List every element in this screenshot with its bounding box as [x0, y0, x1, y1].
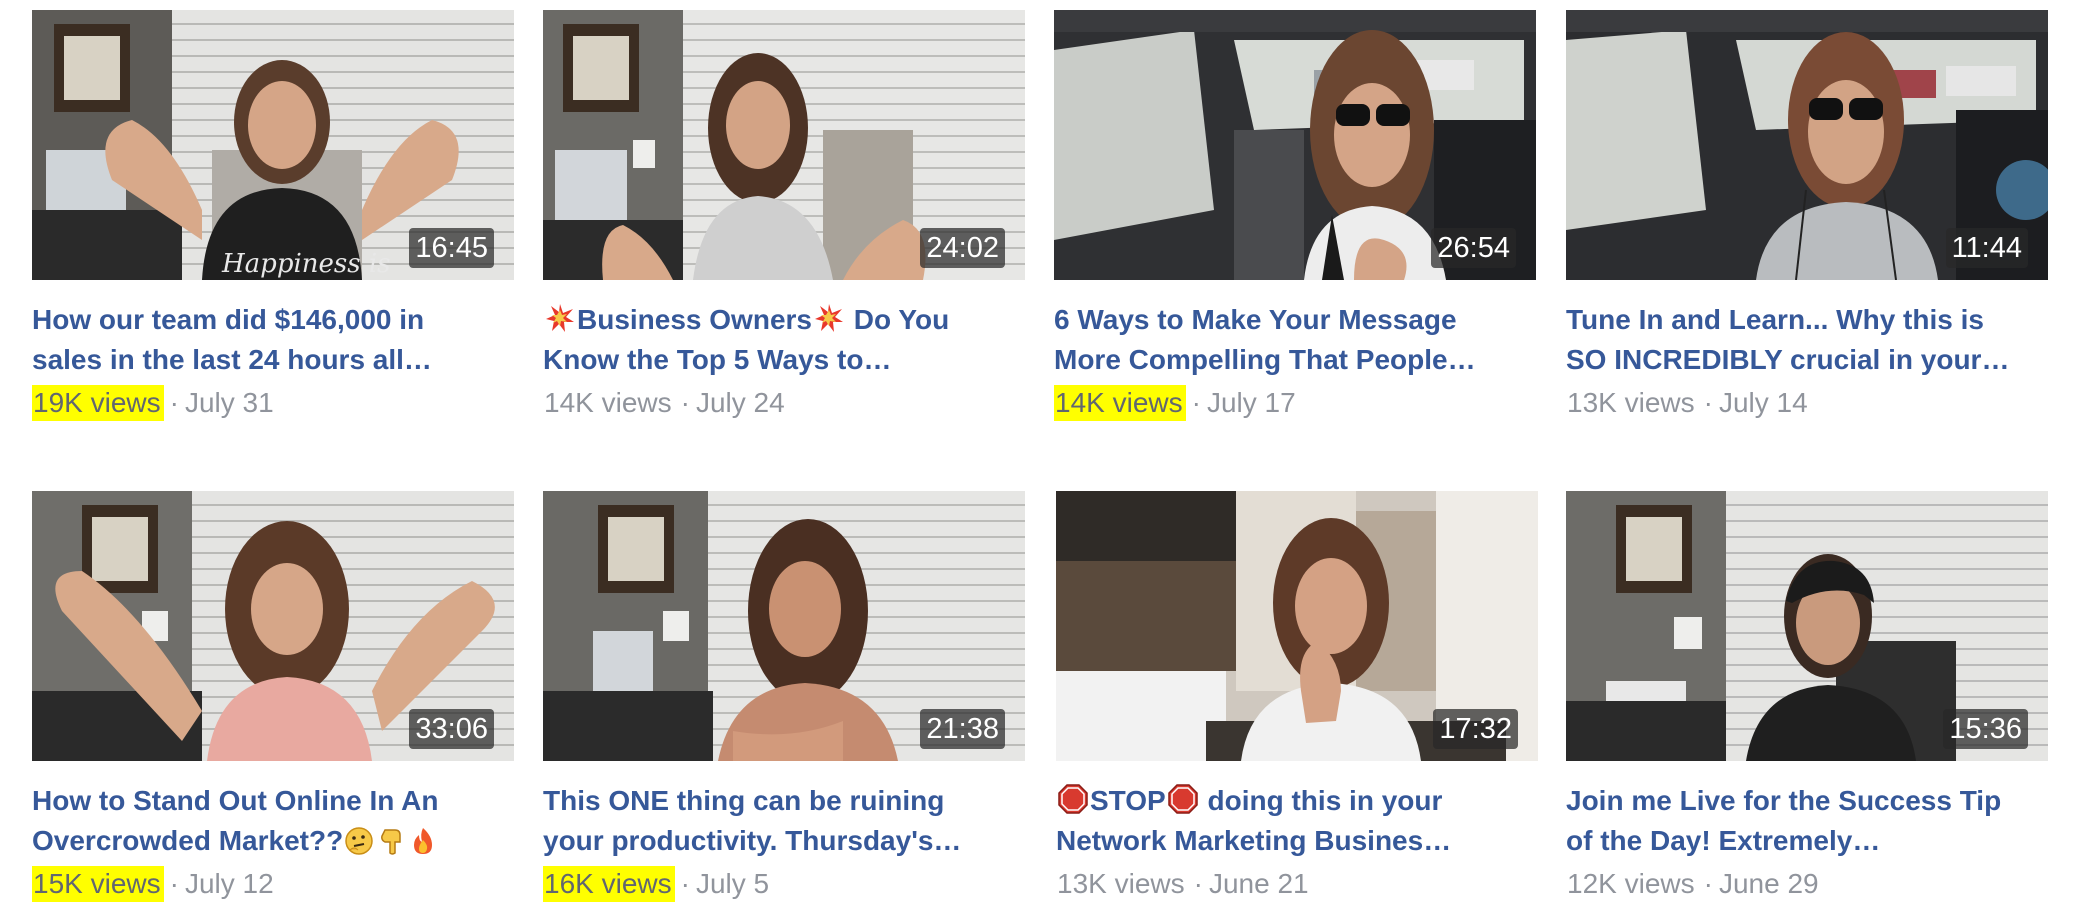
publish-date: July 12: [184, 868, 274, 899]
video-title-line[interactable]: sales in the last 24 hours all…: [32, 340, 514, 380]
video-title[interactable]: How to Stand Out Online In An Overcrowde…: [32, 781, 514, 861]
video-meta: 14K views · July 17: [1054, 385, 1536, 421]
view-count: 14K views: [544, 387, 672, 418]
video-meta: 13K views · July 14: [1566, 385, 2048, 421]
meta-separator: ·: [1191, 387, 1201, 418]
point-down-icon: [381, 829, 401, 855]
publish-date: July 24: [695, 387, 785, 418]
video-thumbnail[interactable]: 21:38: [543, 491, 1025, 761]
video-thumbnail[interactable]: 11:44: [1566, 10, 2048, 280]
video-duration: 24:02: [920, 228, 1005, 268]
publish-date: July 31: [184, 387, 274, 418]
video-card[interactable]: 21:38 This ONE thing can be ruining your…: [543, 491, 1025, 902]
collision-icon: [814, 304, 843, 332]
video-title-line[interactable]: of the Day! Extremely…: [1566, 821, 2048, 861]
video-title-line[interactable]: STOP doing this in your: [1056, 781, 1538, 821]
stop-sign-icon: [1058, 784, 1088, 814]
video-duration: 17:32: [1433, 709, 1518, 749]
video-meta: 13K views · June 21: [1056, 866, 1538, 902]
video-title[interactable]: 6 Ways to Make Your Message More Compell…: [1054, 300, 1536, 380]
video-thumbnail[interactable]: 24:02: [543, 10, 1025, 280]
video-duration: 33:06: [409, 709, 494, 749]
video-meta: 12K views · June 29: [1566, 866, 2048, 902]
video-duration: 16:45: [409, 228, 494, 268]
video-card[interactable]: 17:32 STOP doing this in your Network Ma…: [1056, 491, 1538, 902]
video-title-line[interactable]: This ONE thing can be ruining: [543, 781, 1025, 821]
video-meta: 19K views · July 31: [32, 385, 514, 421]
video-title-line[interactable]: your productivity. Thursday's…: [543, 821, 1025, 861]
video-title-line[interactable]: How to Stand Out Online In An: [32, 781, 514, 821]
meta-separator: ·: [1703, 387, 1713, 418]
publish-date: July 17: [1206, 387, 1296, 418]
thinking-face-icon: [345, 827, 373, 855]
publish-date: July 14: [1718, 387, 1808, 418]
video-title-line[interactable]: Join me Live for the Success Tip: [1566, 781, 2048, 821]
video-title[interactable]: STOP doing this in your Network Marketin…: [1056, 781, 1538, 861]
meta-separator: ·: [169, 868, 179, 899]
meta-separator: ·: [680, 387, 690, 418]
video-title-line[interactable]: Network Marketing Busines…: [1056, 821, 1538, 861]
video-title-line[interactable]: SO INCREDIBLY crucial in your…: [1566, 340, 2048, 380]
video-card[interactable]: Happiness is 16:45 How our team did $146…: [32, 10, 514, 421]
publish-date: June 21: [1208, 868, 1309, 899]
video-title[interactable]: Business Owners Do You Know the Top 5 Wa…: [543, 300, 1025, 380]
video-duration: 11:44: [1945, 228, 2028, 268]
stop-sign-icon: [1167, 784, 1198, 814]
video-thumbnail[interactable]: 33:06: [32, 491, 514, 761]
video-thumbnail[interactable]: 26:54: [1054, 10, 1536, 280]
video-card[interactable]: 15:36 Join me Live for the Success Tip o…: [1566, 491, 2048, 902]
video-title-line[interactable]: How our team did $146,000 in: [32, 300, 514, 340]
video-card[interactable]: 24:02 Business Owners Do You Know the To…: [543, 10, 1025, 421]
video-duration: 21:38: [920, 709, 1005, 749]
publish-date: June 29: [1718, 868, 1819, 899]
meta-separator: ·: [1703, 868, 1713, 899]
view-count: 13K views: [1057, 868, 1185, 899]
video-title-line[interactable]: Tune In and Learn... Why this is: [1566, 300, 2048, 340]
video-title-line[interactable]: Business Owners Do You: [543, 300, 1025, 340]
video-title[interactable]: How our team did $146,000 in sales in th…: [32, 300, 514, 380]
meta-separator: ·: [169, 387, 179, 418]
video-meta: 15K views · July 12: [32, 866, 514, 902]
collision-icon: [546, 304, 574, 332]
video-meta: 14K views · July 24: [543, 385, 1025, 421]
view-count: 16K views: [543, 866, 675, 902]
video-title[interactable]: Join me Live for the Success Tip of the …: [1566, 781, 2048, 861]
view-count: 19K views: [32, 385, 164, 421]
video-card[interactable]: 26:54 6 Ways to Make Your Message More C…: [1054, 10, 1536, 421]
video-thumbnail[interactable]: Happiness is 16:45: [32, 10, 514, 280]
fire-icon: [414, 828, 433, 854]
video-grid: Happiness is 16:45 How our team did $146…: [0, 0, 2084, 909]
video-title-line[interactable]: Know the Top 5 Ways to…: [543, 340, 1025, 380]
video-title[interactable]: This ONE thing can be ruining your produ…: [543, 781, 1025, 861]
view-count: 12K views: [1567, 868, 1695, 899]
video-thumbnail[interactable]: 15:36: [1566, 491, 2048, 761]
view-count: 13K views: [1567, 387, 1695, 418]
svg-text:Happiness is: Happiness is: [221, 249, 391, 279]
video-thumbnail[interactable]: 17:32: [1056, 491, 1538, 761]
view-count: 15K views: [32, 866, 164, 902]
video-title-line[interactable]: Overcrowded Market??: [32, 821, 514, 861]
video-card[interactable]: 33:06 How to Stand Out Online In An Over…: [32, 491, 514, 902]
video-card[interactable]: 11:44 Tune In and Learn... Why this is S…: [1566, 10, 2048, 421]
video-duration: 26:54: [1431, 228, 1516, 268]
publish-date: July 5: [695, 868, 770, 899]
video-title[interactable]: Tune In and Learn... Why this is SO INCR…: [1566, 300, 2048, 380]
video-meta: 16K views · July 5: [543, 866, 1025, 902]
view-count: 14K views: [1054, 385, 1186, 421]
video-duration: 15:36: [1943, 709, 2028, 749]
meta-separator: ·: [1193, 868, 1203, 899]
video-title-line[interactable]: 6 Ways to Make Your Message: [1054, 300, 1536, 340]
meta-separator: ·: [680, 868, 690, 899]
video-title-line[interactable]: More Compelling That People…: [1054, 340, 1536, 380]
